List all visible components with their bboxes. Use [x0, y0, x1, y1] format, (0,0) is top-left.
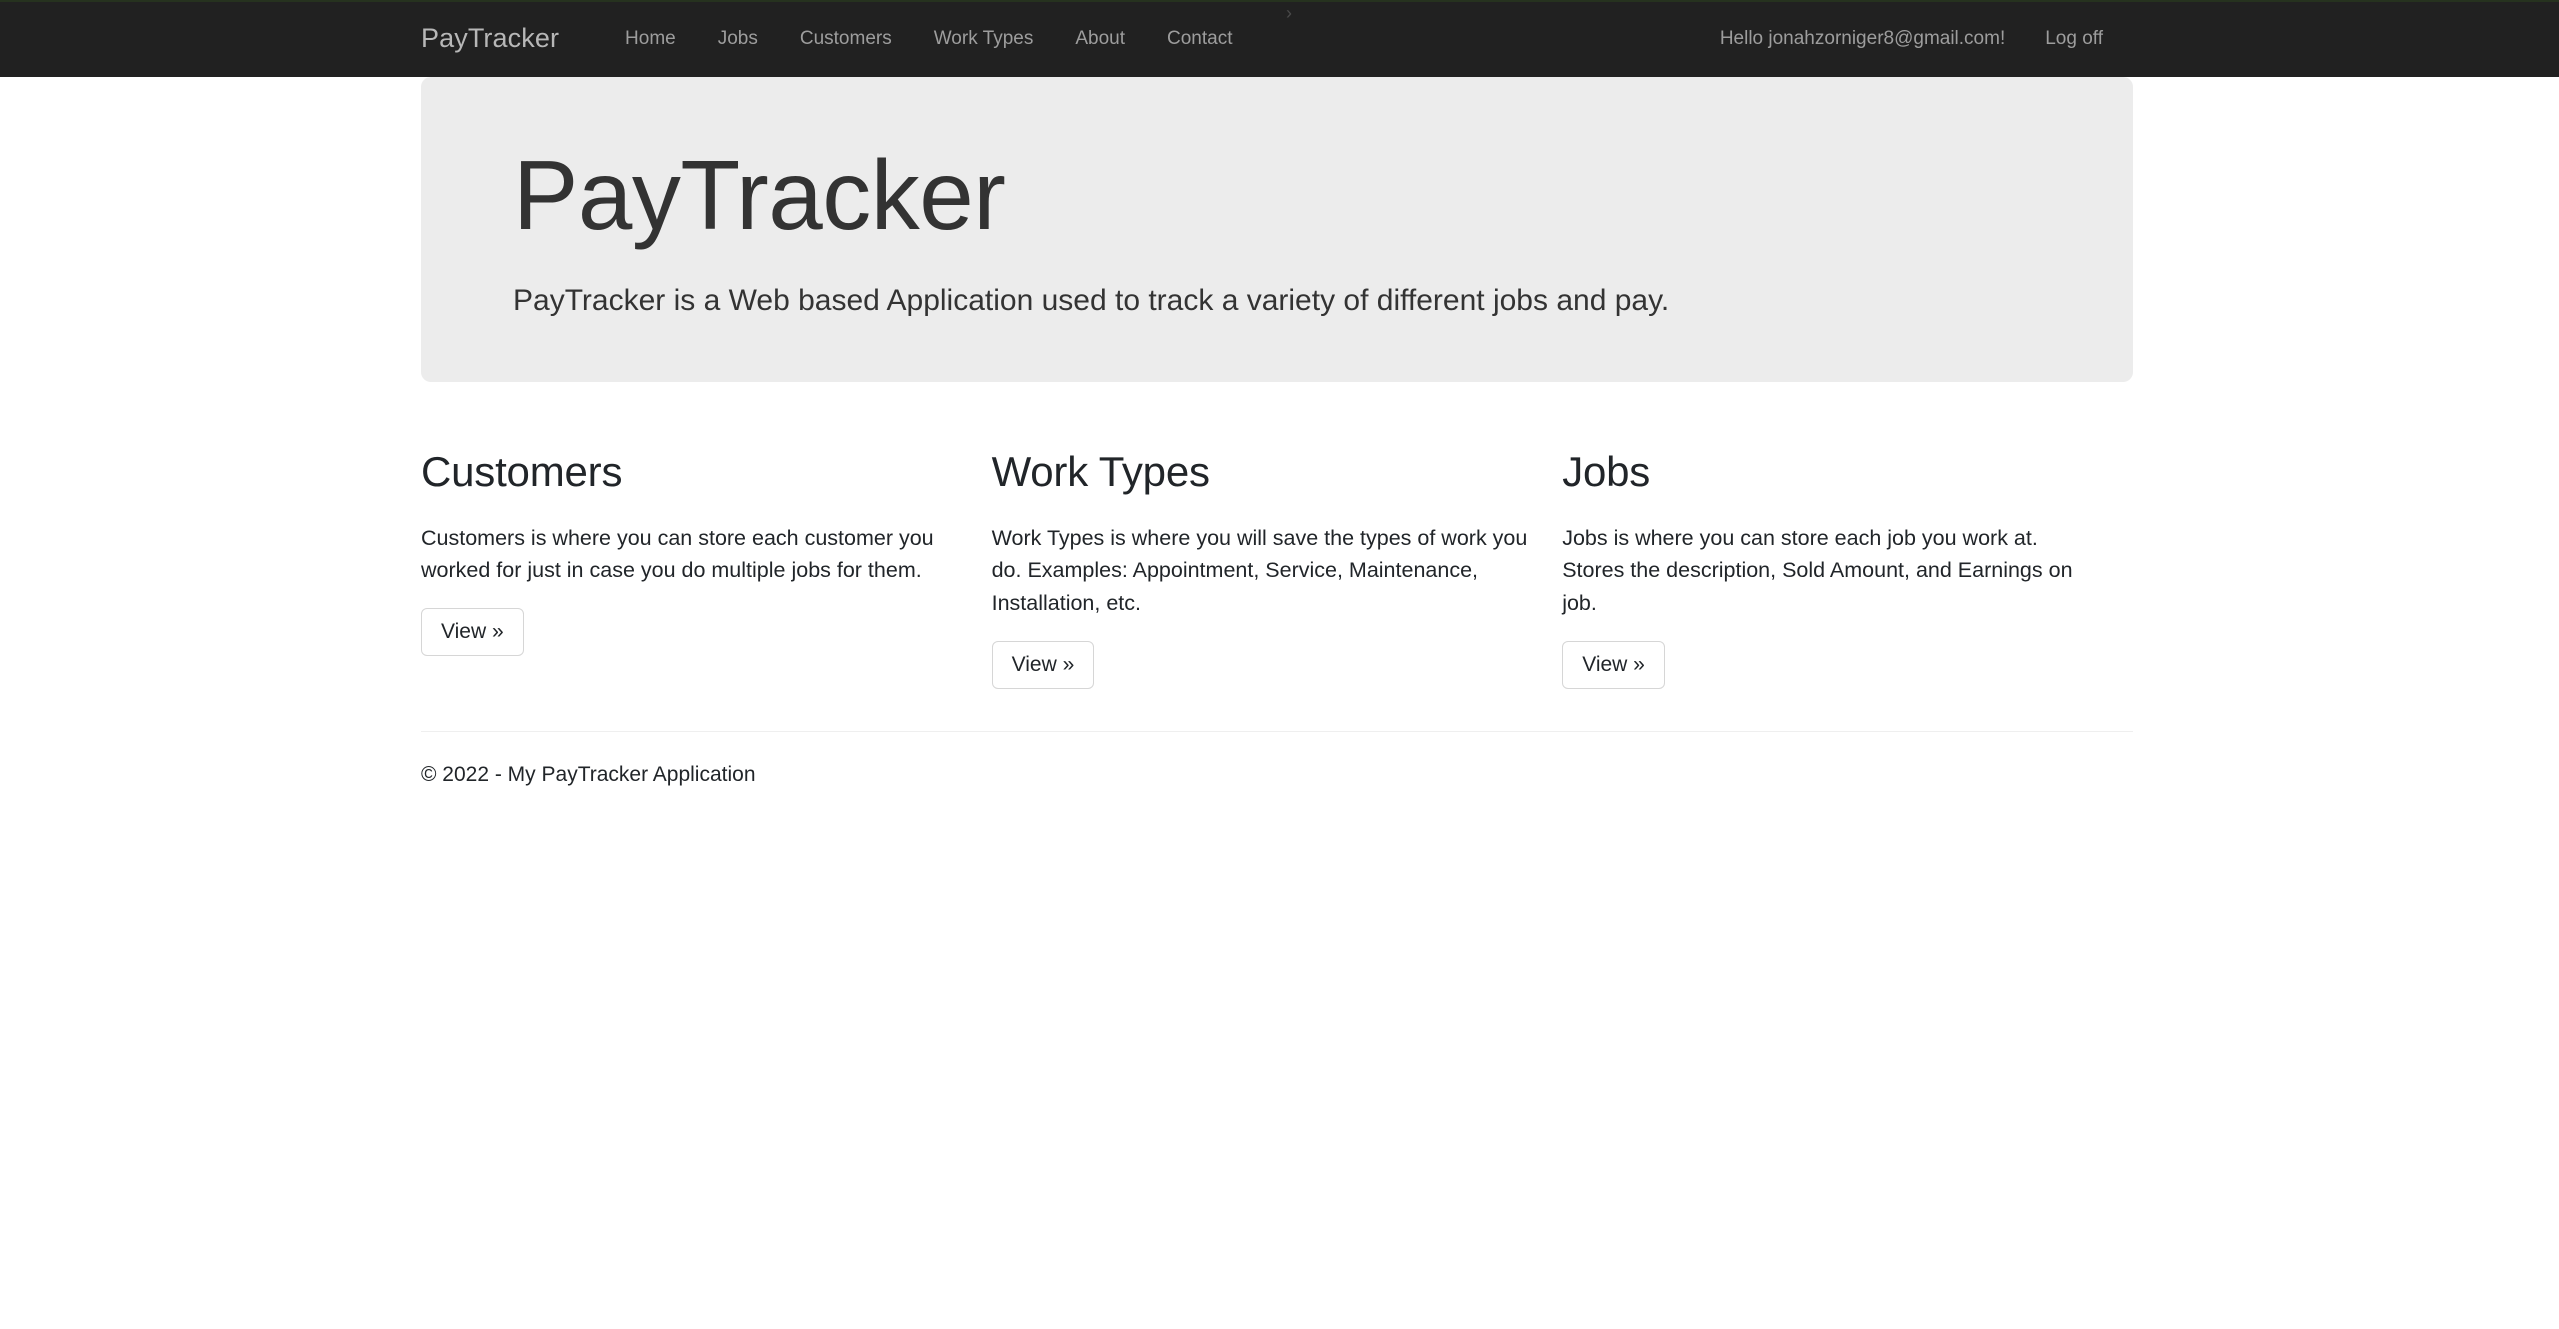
feature-title-work-types: Work Types — [991, 448, 1210, 496]
chevron-right-icon: › — [1286, 3, 1292, 23]
navbar-user-area: Hello jonahzorniger8@gmail.com! Log off — [1700, 28, 2133, 50]
view-jobs-button[interactable]: View » — [1562, 640, 1665, 689]
feature-card-work-types: Work Types Work Types is where you will … — [991, 448, 1563, 689]
view-work-types-button[interactable]: View » — [991, 640, 1095, 689]
nav-link-customers[interactable]: Customers — [779, 28, 913, 50]
feature-card-jobs: Jobs Jobs is where you can store each jo… — [1562, 448, 2133, 689]
nav-item-jobs: Jobs — [697, 28, 779, 50]
log-off-button[interactable]: Log off — [2025, 28, 2123, 50]
nav-link-contact[interactable]: Contact — [1146, 28, 1253, 50]
feature-row: Customers Customers is where you can sto… — [421, 448, 2133, 689]
navbar-brand[interactable]: PayTracker — [421, 23, 559, 54]
logoff-form: Log off — [2025, 28, 2123, 50]
nav-item-about: About — [1054, 28, 1146, 50]
viewport-top-hairline — [0, 0, 2559, 2]
nav-link-jobs[interactable]: Jobs — [697, 28, 779, 50]
navbar-menu: Home Jobs Customers Work Types About Con… — [604, 28, 1253, 50]
feature-card-customers: Customers Customers is where you can sto… — [421, 448, 992, 688]
page-container: PayTracker PayTracker is a Web based App… — [421, 77, 2133, 789]
page-title: PayTracker — [513, 140, 1006, 250]
view-customers-button[interactable]: View » — [421, 607, 524, 656]
navbar-inner: PayTracker Home Jobs Customers Work Type… — [421, 0, 2133, 77]
nav-link-work-types[interactable]: Work Types — [913, 28, 1055, 50]
feature-title-jobs: Jobs — [1562, 448, 1651, 496]
nav-link-about[interactable]: About — [1054, 28, 1146, 50]
nav-item-contact: Contact — [1146, 28, 1253, 50]
page-footer: © 2022 - My PayTracker Application — [421, 730, 2133, 789]
footer-divider — [421, 730, 2133, 732]
user-greeting-link[interactable]: Hello jonahzorniger8@gmail.com! — [1700, 28, 2025, 50]
feature-title-customers: Customers — [421, 448, 623, 496]
nav-item-work-types: Work Types — [913, 28, 1055, 50]
hero-jumbotron: PayTracker PayTracker is a Web based App… — [421, 77, 2133, 383]
top-navbar: PayTracker Home Jobs Customers Work Type… — [0, 0, 2559, 77]
feature-description-customers: Customers is where you can store each cu… — [421, 525, 934, 583]
nav-item-home: Home — [604, 28, 697, 50]
nav-item-customers: Customers — [779, 28, 913, 50]
footer-copyright: © 2022 - My PayTracker Application — [421, 762, 756, 786]
hero-subtitle: PayTracker is a Web based Application us… — [513, 283, 1670, 317]
feature-description-jobs: Jobs is where you can store each job you… — [1562, 525, 2073, 615]
nav-link-home[interactable]: Home — [604, 28, 697, 50]
feature-description-work-types: Work Types is where you will save the ty… — [991, 525, 1528, 615]
